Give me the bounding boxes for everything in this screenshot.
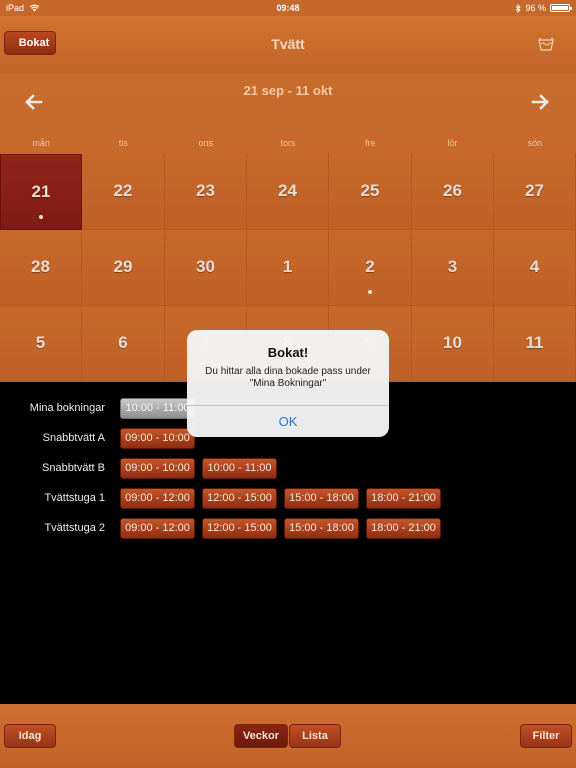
day-number: 29: [113, 257, 133, 276]
time-slot-button[interactable]: 09:00 - 12:00: [120, 488, 195, 509]
day-number: 30: [196, 257, 215, 276]
calendar-day[interactable]: 6: [82, 306, 165, 382]
weekday-label: fre: [365, 138, 376, 148]
time-slot-button[interactable]: 12:00 - 15:00: [202, 518, 277, 539]
calendar-day[interactable]: 30: [165, 230, 247, 306]
weekday-label: tors: [280, 138, 296, 148]
resource-label: Mina bokningar: [29, 402, 105, 414]
time-slot-button[interactable]: 09:00 - 12:00: [120, 518, 195, 539]
time-slot-button[interactable]: 10:00 - 11:00: [202, 458, 277, 479]
washing-tub-icon[interactable]: [538, 38, 554, 51]
day-number: 28: [31, 257, 50, 276]
alert-ok-button[interactable]: OK: [187, 406, 389, 437]
calendar-day[interactable]: 27: [494, 154, 576, 230]
time-slot-button[interactable]: 15:00 - 18:00: [284, 488, 359, 509]
calendar-day[interactable]: 5: [0, 306, 82, 382]
battery-icon: [550, 4, 572, 12]
time-slot-button[interactable]: 18:00 - 21:00: [366, 518, 441, 539]
time-slot-button[interactable]: 09:00 - 10:00: [120, 458, 195, 479]
page-title: Tvätt: [271, 36, 305, 52]
day-number: 24: [278, 181, 297, 200]
calendar-day[interactable]: 29: [82, 230, 165, 306]
day-number: 1: [282, 257, 293, 276]
filter-button[interactable]: Filter: [520, 724, 572, 748]
resource-label: Tvättstuga 2: [44, 522, 105, 534]
today-button[interactable]: Idag: [4, 724, 56, 748]
day-number: 10: [443, 333, 462, 352]
weekday-label: mån: [32, 138, 50, 148]
time-slot-button[interactable]: 18:00 - 21:00: [366, 488, 441, 509]
day-number: 3: [447, 257, 458, 276]
resource-label: Tvättstuga 1: [44, 492, 105, 504]
time-slot-button[interactable]: 09:00 - 10:00: [120, 428, 195, 449]
weekday-label: tis: [118, 138, 128, 148]
alert-message: Du hittar alla dina bokade pass under "M…: [205, 366, 371, 389]
time-slot-button[interactable]: 12:00 - 15:00: [202, 488, 277, 509]
weekday-label: sön: [527, 138, 543, 148]
day-number: 6: [118, 333, 128, 352]
calendar-day[interactable]: 25: [329, 154, 412, 230]
day-number: 4: [529, 257, 540, 276]
calendar-day[interactable]: 28: [0, 230, 82, 306]
weekday-header: mån tis ons tors fre lör sön: [0, 132, 576, 154]
resource-label: Snabbtvätt B: [42, 462, 105, 474]
day-number: 22: [113, 181, 133, 200]
weeks-view-button[interactable]: Veckor: [234, 724, 288, 748]
day-number: 23: [196, 181, 215, 200]
calendar-day[interactable]: 22: [82, 154, 165, 230]
status-time: 09:48: [276, 3, 300, 13]
next-arrow-icon[interactable]: [530, 92, 550, 112]
calendar-day[interactable]: 4: [494, 230, 576, 306]
time-slot-button[interactable]: 10:00 - 11:00: [120, 398, 195, 419]
status-bar: iPad 09:48 96 %: [0, 0, 576, 16]
day-number: 21: [31, 182, 51, 201]
booking-confirmation-alert: Bokat! Du hittar alla dina bokade pass u…: [187, 330, 389, 437]
time-slot-button[interactable]: 15:00 - 18:00: [284, 518, 359, 539]
calendar-day[interactable]: 23: [165, 154, 247, 230]
bottom-toolbar: Idag Veckor Lista Filter: [0, 704, 576, 768]
calendar-day[interactable]: 2: [329, 230, 412, 306]
day-number: 5: [35, 333, 46, 352]
alert-title: Bokat!: [267, 345, 309, 360]
calendar-day[interactable]: 11: [494, 306, 576, 382]
booking-indicator-dot: [39, 215, 43, 219]
day-number: 25: [360, 181, 380, 200]
calendar-day[interactable]: 3: [412, 230, 494, 306]
bluetooth-icon: [516, 3, 522, 13]
calendar-day[interactable]: 10: [412, 306, 494, 382]
list-view-button[interactable]: Lista: [289, 724, 341, 748]
navigation-bar: Bokat Tvätt: [0, 16, 576, 74]
booking-indicator-dot: [368, 290, 372, 294]
day-number: 26: [443, 181, 462, 200]
day-number: 11: [525, 333, 544, 352]
day-number: 2: [365, 257, 375, 276]
calendar-day[interactable]: 1: [247, 230, 329, 306]
day-number: 27: [525, 181, 544, 200]
resource-label: Snabbtvätt A: [42, 432, 105, 444]
wifi-icon: [29, 4, 40, 12]
weekday-label: lör: [447, 138, 458, 148]
device-name: iPad: [6, 3, 25, 13]
calendar-day[interactable]: 21: [0, 154, 82, 230]
calendar-day[interactable]: 26: [412, 154, 494, 230]
date-range-header: 21 sep - 11 okt: [0, 74, 576, 132]
weekday-label: ons: [198, 138, 213, 148]
date-range-title: 21 sep - 11 okt: [243, 83, 333, 98]
battery-percent: 96 %: [525, 3, 546, 13]
calendar-day[interactable]: 24: [247, 154, 329, 230]
